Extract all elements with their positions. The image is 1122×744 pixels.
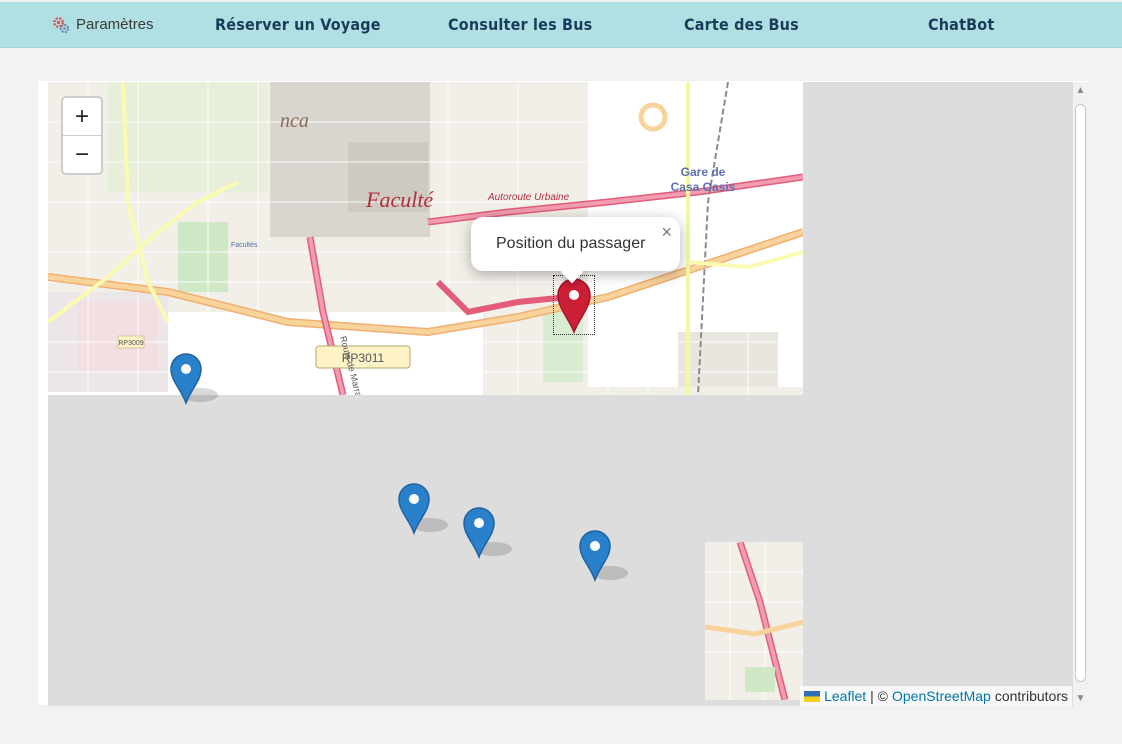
scroll-down-icon[interactable]: ▼ bbox=[1073, 690, 1088, 706]
popup-close-icon[interactable]: × bbox=[661, 222, 672, 243]
attribution-separator: | © bbox=[870, 688, 888, 704]
ukraine-flag-icon bbox=[804, 690, 821, 702]
bus-marker-icon[interactable] bbox=[397, 483, 431, 536]
bus-map[interactable]: RP3011 RP3009 Gare de Casa Oasis Faculté… bbox=[48, 82, 1074, 706]
scroll-thumb[interactable] bbox=[1075, 104, 1086, 682]
passenger-popup: Position du passager × bbox=[471, 217, 680, 284]
gears-icon bbox=[53, 16, 70, 33]
bus-marker-icon[interactable] bbox=[578, 530, 612, 583]
openstreetmap-link[interactable]: OpenStreetMap bbox=[892, 688, 991, 704]
bus-marker-icon[interactable] bbox=[462, 507, 496, 560]
leaflet-link[interactable]: Leaflet bbox=[824, 688, 866, 704]
top-navbar: Paramètres Réserver un Voyage Consulter … bbox=[0, 2, 1122, 48]
bus-marker-icon[interactable] bbox=[169, 353, 203, 406]
map-scrollbar[interactable]: ▲ ▼ bbox=[1073, 82, 1088, 706]
scroll-up-icon[interactable]: ▲ bbox=[1073, 82, 1088, 98]
nav-chatbot[interactable]: ChatBot bbox=[928, 2, 994, 47]
nav-reserve-trip[interactable]: Réserver un Voyage bbox=[215, 2, 381, 47]
nav-consult-buses[interactable]: Consulter les Bus bbox=[448, 2, 592, 47]
passenger-marker-icon[interactable] bbox=[553, 275, 595, 335]
settings-link[interactable]: Paramètres bbox=[52, 2, 154, 47]
settings-label: Paramètres bbox=[76, 16, 154, 33]
popup-text: Position du passager bbox=[496, 235, 646, 252]
nav-bus-map[interactable]: Carte des Bus bbox=[684, 2, 799, 47]
attribution-contributors: contributors bbox=[994, 688, 1068, 704]
map-attribution: Leaflet | © OpenStreetMap contributors bbox=[800, 686, 1072, 706]
